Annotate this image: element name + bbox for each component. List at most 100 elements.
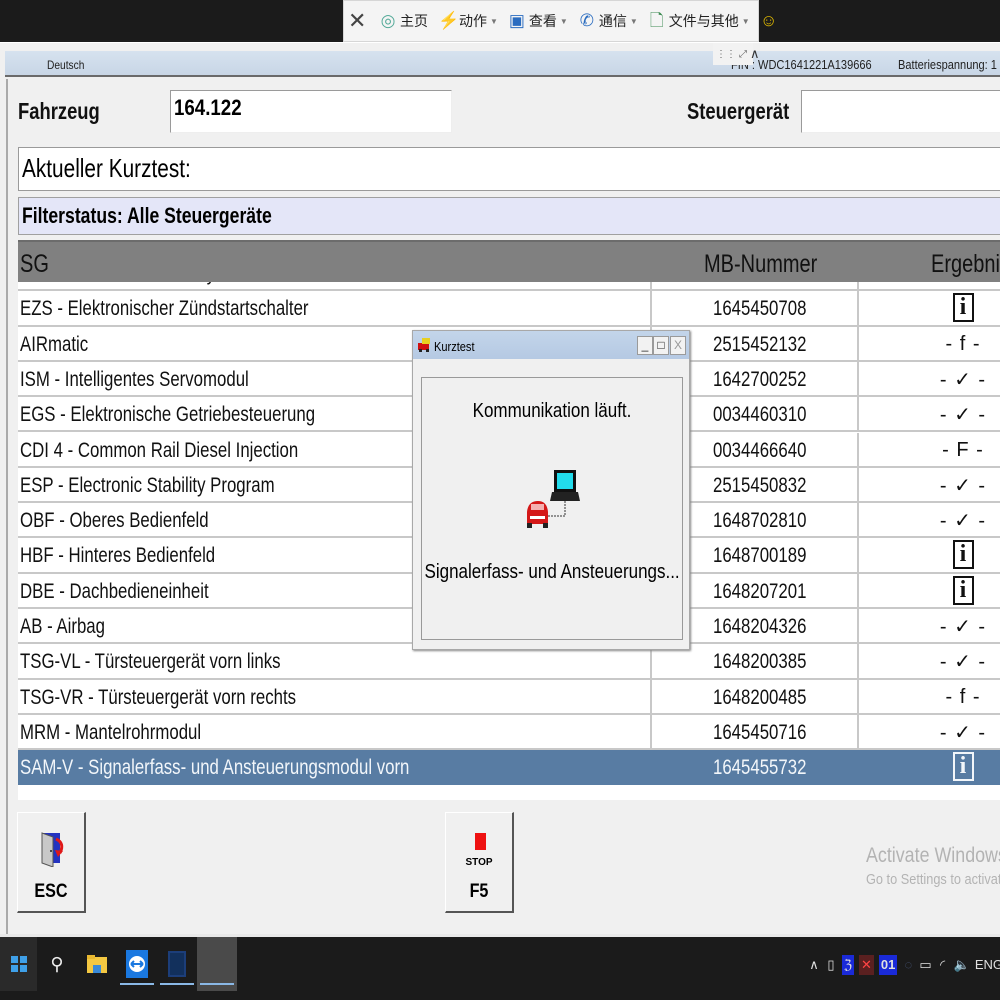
mb-number: 1645455732 [713, 756, 807, 780]
table-row[interactable]: EZS - Elektronischer Zündstartschalter 16… [18, 291, 1000, 327]
grid-icon: ⋮⋮ [716, 48, 736, 60]
control-unit-field[interactable] [801, 90, 1000, 133]
column-divider [650, 714, 652, 749]
table-row[interactable]: SAM-V - Signalerfass- und Ansteuerungsmo… [18, 750, 1000, 786]
result-cell: i [858, 575, 1000, 605]
mb-number: 1648207201 [713, 579, 807, 603]
disconnected-icon[interactable]: ✕ [859, 955, 874, 975]
result-status: - f - [945, 332, 981, 355]
result-cell: i [858, 293, 1000, 323]
current-module-text: Signalerfass- und Ansteuerungs... [424, 561, 680, 583]
toolbar-feedback-button[interactable]: ☺ [760, 11, 781, 31]
result-cell: - ✓ - [858, 367, 1000, 392]
activate-windows-watermark: Activate Windows Go to Settings to activ… [866, 844, 1000, 888]
result-status: - ✓ - [939, 404, 987, 427]
result-cell: - ✓ - [858, 402, 1000, 427]
language-label: Deutsch [47, 58, 85, 72]
result-status: - ✓ - [939, 368, 987, 391]
exit-door-icon [41, 832, 64, 867]
remote-mini-controls[interactable]: ⋮⋮ ⤢ ∧ [713, 43, 760, 65]
dialog-titlebar[interactable]: Kurztest _ □ X [413, 331, 689, 359]
mb-number: 1642700252 [713, 367, 807, 391]
device-icon[interactable]: ▯ [825, 955, 837, 975]
home-icon: ◎ [380, 11, 396, 30]
dialog-content: Kommunikation läuft. Signalerfass- und A… [421, 377, 683, 640]
minimize-button[interactable]: _ [637, 336, 653, 355]
result-cell: - ✓ - [858, 649, 1000, 674]
communication-status-text: Kommunikation läuft. [472, 400, 632, 422]
sync-icon[interactable]: ◌ [902, 955, 914, 975]
counter-icon[interactable]: 01 [878, 955, 898, 975]
toolbar-close-button[interactable]: ✕ [348, 8, 369, 33]
phone-chat-icon: ✆ [579, 11, 594, 30]
control-unit-name: DBE - Dachbedieneinheit [20, 579, 209, 603]
control-unit-name: AB - Airbag [20, 615, 105, 638]
control-unit-name: ISM - Intelligentes Servomodul [20, 367, 249, 391]
smiley-icon: ☺ [760, 11, 778, 30]
dialog-title: Kurztest [434, 339, 475, 354]
maximize-button[interactable]: □ [653, 336, 669, 355]
stop-f5-button[interactable]: STOP F5 [445, 812, 514, 913]
search-button[interactable]: ⚲ [37, 937, 77, 991]
column-header-mb-number[interactable]: MB-Nummer [704, 250, 817, 279]
active-window-button[interactable] [197, 937, 237, 991]
info-icon[interactable]: i [952, 540, 974, 570]
network-adapter-icon[interactable]: ℨ [842, 955, 855, 975]
mb-number: 1645450716 [713, 720, 807, 744]
info-icon[interactable]: i [952, 752, 974, 782]
mb-number: 2515450832 [713, 473, 807, 497]
vehicle-field[interactable]: 164.122 [170, 90, 452, 133]
chevron-up-icon: ∧ [750, 46, 760, 61]
windows-logo-icon [10, 956, 27, 972]
esc-button[interactable]: ESC [17, 812, 86, 913]
chevron-down-icon: ▼ [559, 16, 568, 26]
control-unit-name: OBF - Oberes Bedienfeld [20, 509, 209, 533]
teamviewer-button[interactable] [117, 937, 157, 991]
active-indicator [160, 983, 194, 985]
toolbar-files-button[interactable]: 🗋 文件与其他 ▼ [648, 11, 750, 31]
toolbar-communication-button[interactable]: ✆ 通信 ▼ [578, 11, 638, 31]
result-cell: i [858, 752, 1000, 782]
wifi-icon[interactable]: ◜ [937, 955, 949, 975]
close-icon: ✕ [348, 8, 367, 33]
start-button[interactable] [0, 937, 37, 991]
table-row[interactable]: MRM - Mantelrohrmodul 1645450716 - ✓ - [18, 714, 1000, 751]
control-unit-name: CDI 4 - Common Rail Diesel Injection [20, 438, 299, 462]
car-app-icon [418, 338, 430, 352]
result-status: - ✓ - [939, 510, 987, 533]
app-window-button[interactable] [157, 937, 197, 991]
volume-icon[interactable]: 🔈 [954, 955, 970, 975]
taskbar: ⚲ ∧ ▯ ℨ ✕ 01 ◌ ▭ ◜ 🔈 ENG [0, 934, 1000, 1000]
system-tray: ∧ ▯ ℨ ✕ 01 ◌ ▭ ◜ 🔈 ENG [808, 955, 1000, 975]
car-laptop-connection-icon [527, 470, 580, 528]
mb-number: 1648200385 [713, 650, 807, 674]
result-status: - ✓ - [939, 474, 987, 497]
chevron-down-icon: ▼ [629, 16, 638, 26]
mb-number: 2515452132 [713, 332, 807, 356]
language-indicator[interactable]: ENG [975, 955, 1000, 975]
control-unit-name: TSG-VR - Türsteuergerät vorn rechts [20, 685, 297, 709]
esc-key-label: ESC [34, 881, 68, 902]
control-unit-name: EZS - Elektronischer Zündstartschalter [20, 297, 309, 321]
file-explorer-button[interactable] [77, 937, 117, 991]
battery-icon[interactable]: ▭ [919, 955, 931, 975]
mb-number: 1648700189 [713, 544, 807, 568]
close-button[interactable]: X [670, 336, 686, 355]
info-icon[interactable]: i [952, 575, 974, 605]
result-cell: - ✓ - [858, 508, 1000, 533]
result-cell: - ✓ - [858, 614, 1000, 639]
filter-status-bar: Filterstatus: Alle Steuergeräte [18, 197, 1000, 235]
toolbar-home-button[interactable]: ◎ 主页 [379, 11, 428, 31]
control-unit-label: Steuergerät [687, 98, 790, 124]
result-status: - ✓ - [939, 616, 987, 638]
column-header-sg[interactable]: SG [20, 250, 49, 279]
info-icon[interactable]: i [952, 293, 974, 323]
column-header-result[interactable]: Ergebnis [931, 250, 1000, 279]
toolbar-view-button[interactable]: ▣ 查看 ▼ [508, 11, 568, 31]
result-cell: i [858, 540, 1000, 570]
chevron-down-icon: ▼ [490, 16, 498, 26]
chevron-up-icon[interactable]: ∧ [808, 955, 820, 975]
control-unit-name: ESP - Electronic Stability Program [20, 473, 275, 497]
toolbar-actions-button[interactable]: ⚡ 动作 ▼ [438, 11, 498, 31]
table-row[interactable]: TSG-VR - Türsteuergerät vorn rechts 16482… [18, 679, 1000, 715]
